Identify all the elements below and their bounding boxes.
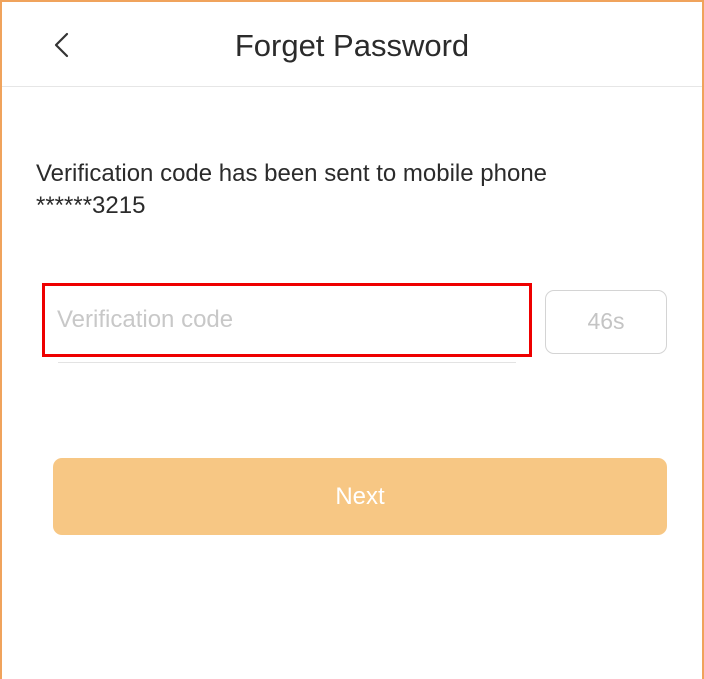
- input-underline: [58, 362, 516, 363]
- verification-code-input[interactable]: [42, 283, 532, 357]
- masked-phone-number: ******3215: [36, 192, 146, 219]
- verification-message-line1: Verification code has been sent to mobil…: [36, 160, 548, 187]
- verification-code-field-wrapper: [38, 280, 540, 364]
- header-bar: Forget Password: [2, 2, 702, 87]
- next-button[interactable]: Next: [53, 458, 667, 535]
- page-title: Forget Password: [234, 28, 470, 63]
- verification-message: Verification code has been sent to mobil…: [36, 158, 656, 222]
- resend-countdown-button[interactable]: 46s: [545, 290, 667, 354]
